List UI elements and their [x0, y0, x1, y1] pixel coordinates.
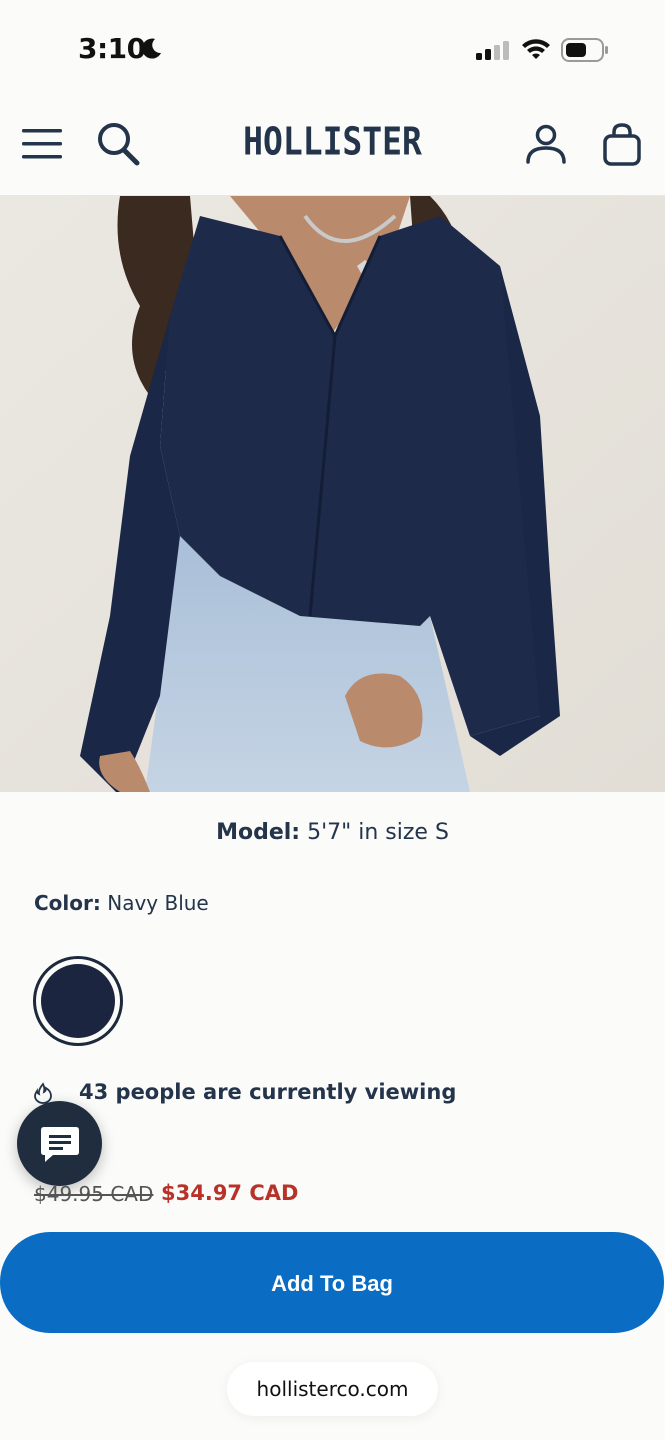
flame-icon: [34, 1082, 52, 1104]
color-info: Color: Navy Blue: [34, 891, 209, 915]
signal-icon: [476, 41, 509, 60]
product-photo-illustration: [0, 196, 665, 792]
status-time: 3:10: [78, 32, 146, 65]
model-value: 5'7" in size S: [307, 820, 449, 845]
account-icon[interactable]: [525, 124, 567, 164]
viewing-count-text: 43 people are currently viewing: [79, 1080, 457, 1104]
status-bar: 3:10: [0, 0, 665, 100]
moon-icon: [142, 38, 161, 59]
color-swatch-fill: [41, 964, 115, 1038]
original-price: $49.95 CAD: [34, 1182, 154, 1206]
site-header: HOLLISTER: [0, 100, 665, 196]
model-label: Model:: [216, 820, 301, 845]
add-to-bag-button[interactable]: Add To Bag: [0, 1232, 664, 1333]
battery-icon: [561, 38, 608, 62]
color-swatch-navy-blue[interactable]: [33, 956, 123, 1046]
chat-button[interactable]: [17, 1101, 102, 1186]
chat-icon: [41, 1127, 79, 1162]
product-image[interactable]: [0, 196, 665, 792]
wifi-icon: [522, 39, 550, 59]
color-label: Color:: [34, 891, 101, 915]
color-value: Navy Blue: [107, 891, 209, 915]
bag-icon[interactable]: [602, 122, 642, 168]
browser-url-bar[interactable]: hollisterco.com: [227, 1362, 438, 1416]
model-info: Model: 5'7" in size S: [0, 820, 665, 845]
sale-price: $34.97 CAD: [161, 1181, 299, 1205]
